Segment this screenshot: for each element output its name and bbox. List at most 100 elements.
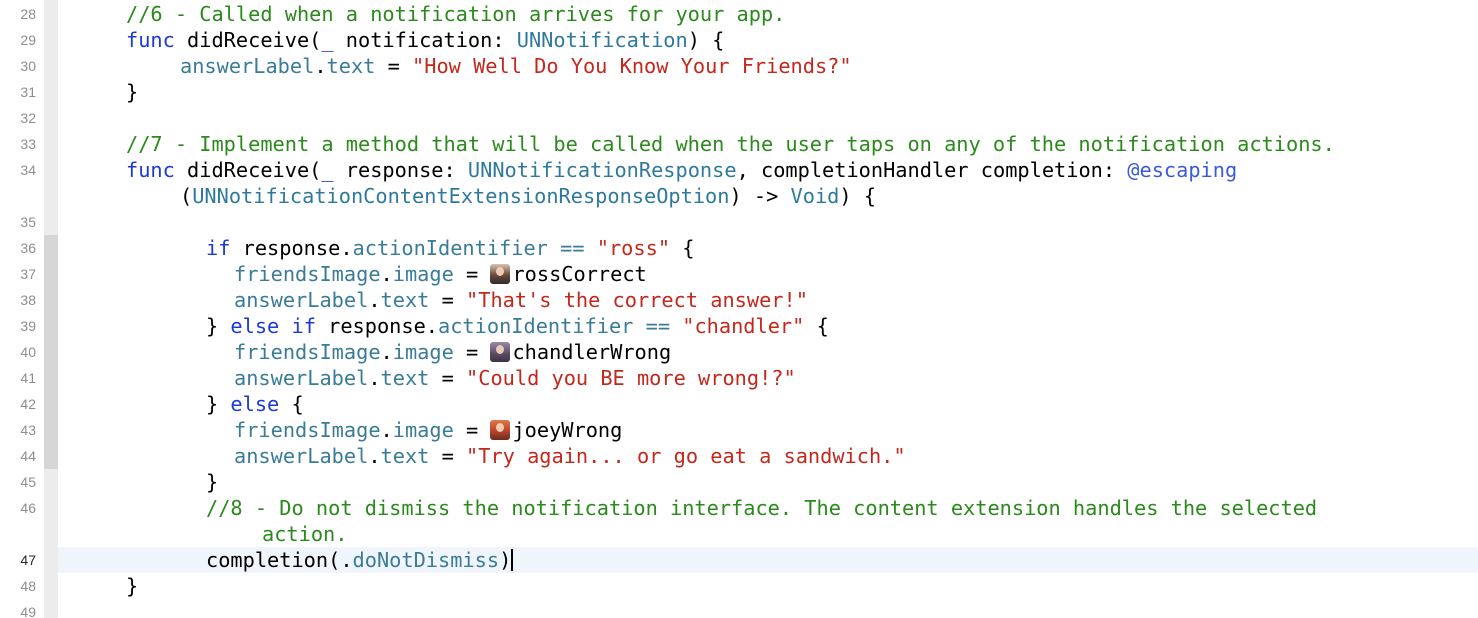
code-token: {: [670, 236, 695, 260]
joey-photo-icon[interactable]: [490, 420, 511, 440]
line-number: 39: [20, 318, 36, 334]
code-editor[interactable]: 28 29 30 31 32 33 34 35 36 37 38 39 40 41 42 43 44 45 46 47…: [0, 0, 1478, 618]
code-line[interactable]: answerLabel.text = "That's the correct a…: [234, 287, 808, 313]
code-token: friendsImage: [234, 262, 381, 286]
fold-shade[interactable]: [44, 313, 58, 391]
line-number: 42: [20, 396, 36, 412]
line-number-gutter: 28 29 30 31 32 33 34 35 36 37 38 39 40 41 42 43 44 45 46 47…: [0, 0, 44, 618]
code-token: .: [380, 340, 393, 364]
text-caret: [511, 549, 514, 571]
line-number: 46: [20, 500, 36, 516]
code-token: _: [321, 28, 334, 52]
code-token: actionIdentifier: [352, 236, 548, 260]
code-token: .: [368, 366, 381, 390]
code-token: ) {: [687, 28, 725, 52]
code-token: =: [375, 54, 413, 78]
code-token: friendsImage: [234, 418, 381, 442]
code-line[interactable]: } else {: [206, 391, 304, 417]
code-token: .: [368, 288, 381, 312]
line-number: 45: [20, 474, 36, 490]
code-line[interactable]: friendsImage.image = rossCorrect: [234, 261, 647, 287]
code-token: .: [368, 444, 381, 468]
code-token: .: [380, 262, 393, 286]
code-token: text: [326, 54, 376, 78]
code-line[interactable]: }: [126, 79, 138, 105]
line-number: 44: [20, 448, 36, 464]
code-token: @escaping: [1127, 158, 1238, 182]
code-token: answerLabel: [234, 288, 369, 312]
code-token: ==: [645, 314, 671, 338]
code-token: =: [453, 418, 491, 442]
fold-shade[interactable]: [44, 391, 58, 469]
code-token: "Try again... or go eat a sandwich.": [466, 444, 906, 468]
code-line[interactable]: friendsImage.image = chandlerWrong: [234, 339, 671, 365]
code-line[interactable]: answerLabel.text = "How Well Do You Know…: [180, 53, 852, 79]
fold-shade[interactable]: [44, 235, 58, 313]
line-number: 40: [20, 344, 36, 360]
line-number: 29: [20, 32, 36, 48]
code-token: image: [392, 262, 454, 286]
code-token: "Could you BE more wrong!?": [466, 366, 796, 390]
code-token: response:: [333, 158, 468, 182]
code-line[interactable]: }: [206, 469, 218, 495]
code-token: ) {: [839, 184, 877, 208]
code-token: response.: [315, 314, 439, 338]
code-token: =: [429, 444, 467, 468]
code-token: friendsImage: [234, 340, 381, 364]
line-number: 32: [20, 110, 36, 126]
line-number: 47: [20, 552, 36, 568]
code-token: //7 - Implement a method that will be ca…: [126, 132, 1335, 156]
code-token: response.: [230, 236, 353, 260]
code-token: answerLabel: [180, 54, 315, 78]
code-line[interactable]: friendsImage.image = joeyWrong: [234, 417, 622, 443]
code-token: doNotDismiss: [352, 548, 500, 572]
code-token: text: [380, 444, 430, 468]
code-line[interactable]: completion(.doNotDismiss): [206, 547, 514, 573]
code-token: didReceive(: [174, 28, 322, 52]
code-token: notification:: [333, 28, 517, 52]
code-token: text: [380, 288, 430, 312]
code-token: "ross": [596, 236, 671, 260]
code-token: else: [230, 314, 280, 338]
code-token: else: [230, 392, 280, 416]
code-line[interactable]: (UNNotificationContentExtensionResponseO…: [180, 183, 876, 209]
code-token: .: [314, 54, 327, 78]
code-token: =: [429, 288, 467, 312]
code-token: image: [392, 418, 454, 442]
code-token: answerLabel: [234, 444, 369, 468]
code-token: .: [380, 418, 393, 442]
code-token: func: [126, 28, 175, 52]
code-line[interactable]: answerLabel.text = "Could you BE more wr…: [234, 365, 796, 391]
code-token: completion(.: [206, 548, 353, 572]
code-token: (: [180, 184, 193, 208]
line-number: 38: [20, 292, 36, 308]
code-token: ==: [560, 236, 585, 260]
code-line[interactable]: answerLabel.text = "Try again... or go e…: [234, 443, 906, 469]
code-token: }: [206, 314, 231, 338]
code-token: "chandler": [682, 314, 805, 338]
code-token: chandlerWrong: [512, 340, 672, 364]
code-token: image: [392, 340, 454, 364]
line-number: 49: [20, 604, 36, 618]
code-line[interactable]: }: [126, 573, 138, 599]
code-line[interactable]: action.: [262, 521, 347, 547]
code-token: if: [291, 314, 316, 338]
code-line[interactable]: //7 - Implement a method that will be ca…: [126, 131, 1335, 157]
code-token: func: [126, 158, 175, 182]
code-line[interactable]: //6 - Called when a notification arrives…: [126, 1, 785, 27]
line-number: 35: [20, 214, 36, 230]
code-line[interactable]: func didReceive(_ response: UNNotificati…: [126, 157, 1237, 183]
line-number: 30: [20, 58, 36, 74]
ross-photo-icon[interactable]: [490, 264, 511, 284]
code-token: if: [206, 236, 231, 260]
code-line[interactable]: if response.actionIdentifier == "ross" {: [206, 235, 694, 261]
chandler-photo-icon[interactable]: [490, 342, 511, 362]
code-line[interactable]: } else if response.actionIdentifier == "…: [206, 313, 829, 339]
code-token: {: [804, 314, 829, 338]
code-line[interactable]: func didReceive(_ notification: UNNotifi…: [126, 27, 724, 53]
code-line[interactable]: //8 - Do not dismiss the notification in…: [206, 495, 1317, 521]
